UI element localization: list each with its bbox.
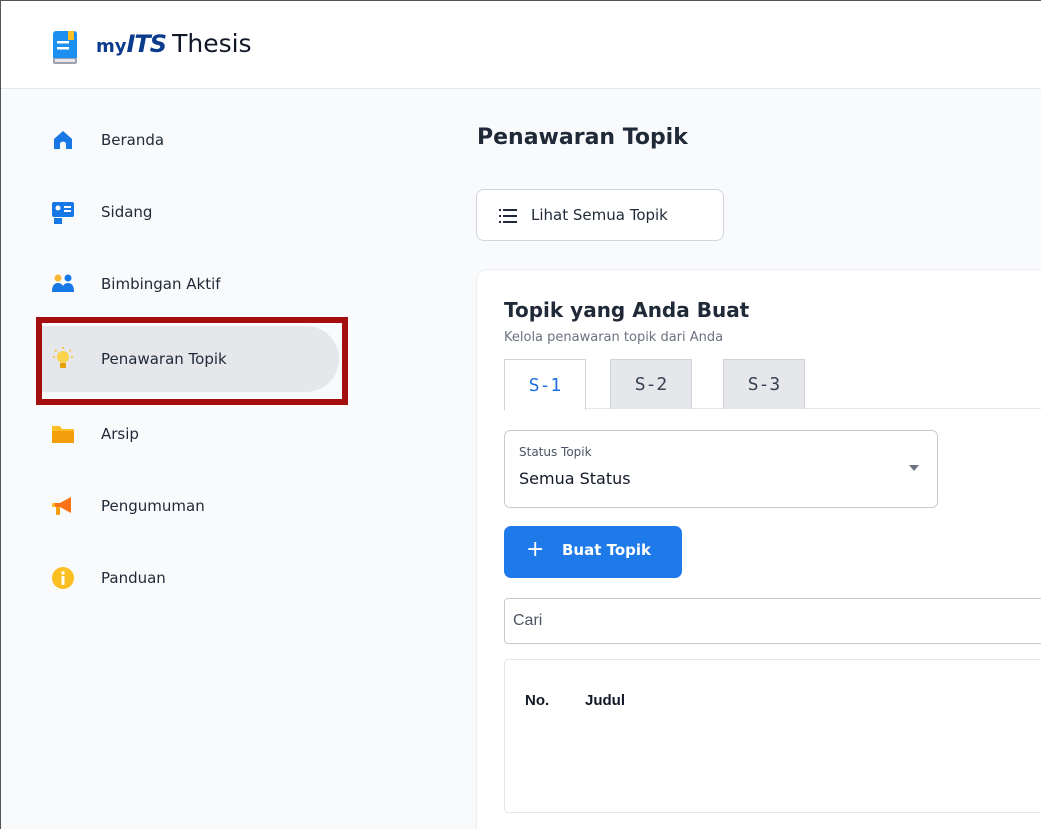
tab-s1[interactable]: S-1	[504, 359, 586, 410]
people-icon	[52, 274, 74, 292]
sidebar-item-arsip[interactable]: Arsip	[39, 401, 339, 467]
megaphone-icon	[52, 497, 71, 515]
book-logo-icon	[53, 31, 77, 64]
sidebar-item-label: Pengumuman	[101, 497, 205, 515]
column-header-no: No.	[525, 692, 550, 709]
lightbulb-icon	[53, 347, 73, 368]
info-icon	[52, 567, 74, 589]
sidebar-item-label: Beranda	[101, 131, 165, 149]
tab-label: S-2	[634, 374, 668, 395]
brand-my: my	[96, 36, 127, 57]
folder-icon	[52, 426, 74, 443]
home-icon	[54, 131, 72, 149]
create-topic-button[interactable]: + Buat Topik	[504, 526, 682, 578]
column-header-judul: Judul	[585, 692, 625, 709]
sidebar-item-sidang[interactable]: Sidang	[39, 179, 339, 245]
sidebar-item-label: Panduan	[101, 569, 166, 587]
sidebar: Beranda Sidang Bimbingan Aktif Penawaran…	[1, 89, 463, 829]
sidebar-item-label: Arsip	[101, 425, 139, 443]
topics-card: Topik yang Anda Buat Kelola penawaran to…	[476, 269, 1041, 829]
brand-thesis: Thesis	[172, 29, 252, 58]
create-topic-label: Buat Topik	[562, 541, 652, 559]
plus-icon: +	[526, 537, 545, 562]
view-all-topics-label: Lihat Semua Topik	[531, 206, 668, 224]
chevron-down-icon	[909, 465, 919, 471]
tab-s2[interactable]: S-2	[610, 359, 692, 409]
sidebar-item-label: Penawaran Topik	[101, 350, 227, 368]
sidebar-item-beranda[interactable]: Beranda	[39, 107, 339, 173]
tab-label: S-1	[528, 374, 562, 396]
id-card-icon	[52, 202, 74, 224]
main-content: Penawaran Topik Lihat Semua Topik Topik …	[463, 89, 1041, 829]
sidebar-item-label: Sidang	[101, 203, 153, 221]
view-all-topics-button[interactable]: Lihat Semua Topik	[476, 189, 724, 241]
sidebar-item-pengumuman[interactable]: Pengumuman	[39, 473, 339, 539]
status-topic-select[interactable]: Status Topik Semua Status	[504, 430, 938, 508]
brand-its: ITS	[126, 30, 168, 58]
top-bar: my ITS Thesis	[1, 1, 1041, 89]
card-subtitle: Kelola penawaran topik dari Anda	[504, 330, 724, 345]
sidebar-item-bimbingan-aktif[interactable]: Bimbingan Aktif	[39, 251, 339, 317]
sidebar-item-label: Bimbingan Aktif	[101, 275, 221, 293]
topics-table: No. Judul	[504, 659, 1041, 813]
sidebar-item-penawaran-topik[interactable]: Penawaran Topik	[39, 326, 339, 392]
card-title: Topik yang Anda Buat	[504, 298, 750, 322]
search-input[interactable]	[504, 598, 1041, 644]
list-icon	[499, 209, 517, 223]
tab-label: S-3	[747, 374, 781, 395]
app-brand[interactable]: my ITS Thesis	[96, 29, 252, 65]
app-window: my ITS Thesis Beranda Sidang Bimbingan A…	[0, 0, 1041, 829]
tab-s3[interactable]: S-3	[723, 359, 805, 409]
status-select-label: Status Topik	[519, 445, 592, 459]
page-title: Penawaran Topik	[477, 125, 688, 150]
status-select-value: Semua Status	[519, 469, 631, 488]
sidebar-item-panduan[interactable]: Panduan	[39, 545, 339, 611]
